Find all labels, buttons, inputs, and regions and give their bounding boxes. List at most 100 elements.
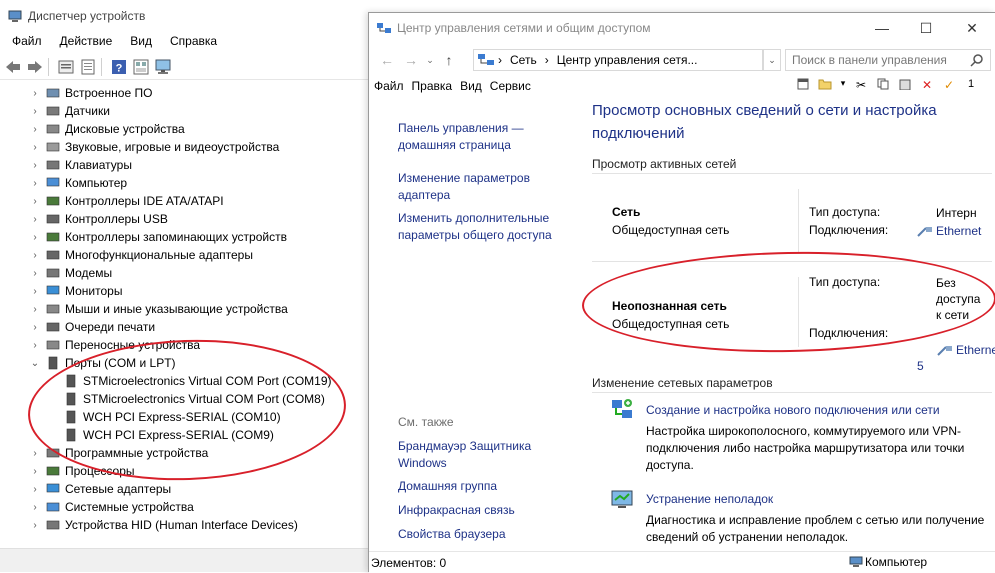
forward-icon[interactable] [26, 58, 44, 76]
checkmark-icon[interactable]: ✓ [941, 78, 957, 94]
tree-category[interactable]: › Мыши и иные указывающие устройства [0, 300, 368, 318]
folder-dropdown-icon[interactable]: ▾ [839, 78, 847, 94]
tree-category[interactable]: › Клавиатуры [0, 156, 368, 174]
control-panel-home-link[interactable]: Панель управления — домашняя страница [398, 120, 524, 154]
chevron-right-icon[interactable]: › [30, 484, 40, 495]
tree-category[interactable]: › Контроллеры IDE ATA/ATAPI [0, 192, 368, 210]
tree-child-item[interactable]: ›STMicroelectronics Virtual COM Port (CO… [0, 372, 368, 390]
tree-category[interactable]: › Сетевые адаптеры [0, 480, 368, 498]
chevron-right-icon[interactable]: › [30, 232, 40, 243]
chevron-right-icon[interactable]: › [30, 214, 40, 225]
minimize-button[interactable]: — [859, 13, 905, 43]
folder-icon[interactable] [817, 78, 833, 94]
menu-item-3[interactable]: Справка [170, 34, 217, 52]
paste-icon[interactable] [897, 78, 913, 94]
chevron-right-icon[interactable]: › [30, 160, 40, 171]
new-connection-link[interactable]: Создание и настройка нового подключения … [646, 403, 940, 417]
tree-category[interactable]: › Многофункциональные адаптеры [0, 246, 368, 264]
cut-icon[interactable]: ✂ [853, 78, 869, 94]
maximize-button[interactable]: ☐ [903, 13, 949, 43]
see-also-browser-properties-link[interactable]: Свойства браузера [398, 526, 506, 543]
menu-item-1[interactable]: Действие [60, 34, 113, 52]
device-manager-title: Диспетчер устройств [28, 9, 146, 23]
tree-child-item[interactable]: ›WCH PCI Express-SERIAL (COM10) [0, 408, 368, 426]
help-icon[interactable]: ? [110, 58, 128, 76]
update-icon[interactable] [79, 58, 97, 76]
chevron-right-icon[interactable]: › [30, 106, 40, 117]
tree-category[interactable]: › Датчики [0, 102, 368, 120]
chevron-right-icon[interactable]: › [30, 520, 40, 531]
view-icon[interactable] [132, 58, 150, 76]
chevron-right-icon[interactable]: › [30, 502, 40, 513]
see-also-infrared-link[interactable]: Инфракрасная связь [398, 502, 515, 519]
layout-icon[interactable] [795, 78, 811, 94]
back-arrow-icon[interactable]: ← [375, 49, 399, 71]
tree-category[interactable]: › Устройства HID (Human Interface Devices… [0, 516, 368, 534]
network-2-connections-label: Подключения: [809, 326, 889, 340]
see-also-homegroup-link[interactable]: Домашняя группа [398, 478, 497, 495]
menu-item-0[interactable]: Файл [374, 79, 404, 93]
breadcrumb-network[interactable]: Сеть [510, 53, 537, 67]
tree-category[interactable]: › Системные устройства [0, 498, 368, 516]
address-dropdown-icon[interactable]: ⌄ [763, 49, 781, 71]
up-arrow-icon[interactable]: ↑ [437, 49, 461, 71]
menu-item-2[interactable]: Вид [130, 34, 152, 52]
tree-category[interactable]: › Дисковые устройства [0, 120, 368, 138]
tree-item-label: Датчики [65, 104, 110, 118]
network-2-type-link[interactable]: Общедоступная сеть [612, 317, 729, 331]
tree-category[interactable]: › Процессоры [0, 462, 368, 480]
menu-item-1[interactable]: Правка [412, 79, 453, 93]
back-icon[interactable] [4, 58, 22, 76]
troubleshoot-link[interactable]: Устранение неполадок [646, 492, 773, 506]
chevron-right-icon[interactable]: › [30, 448, 40, 459]
chevron-down-icon[interactable]: ⌄ [30, 358, 40, 369]
network-1-ethernet-link[interactable]: Ethernet [917, 223, 981, 239]
chevron-right-icon[interactable]: › [30, 268, 40, 279]
menu-item-0[interactable]: Файл [12, 34, 42, 52]
tree-child-item[interactable]: ›STMicroelectronics Virtual COM Port (CO… [0, 390, 368, 408]
tree-category[interactable]: › Программные устройства [0, 444, 368, 462]
address-bar[interactable]: › Сеть › Центр управления сетя... [473, 49, 763, 71]
tree-category[interactable]: › Контроллеры запоминающих устройств [0, 228, 368, 246]
network-1-type-link[interactable]: Общедоступная сеть [612, 223, 729, 237]
chevron-right-icon[interactable]: › [30, 250, 40, 261]
tree-category[interactable]: › Компьютер [0, 174, 368, 192]
chevron-right-icon[interactable]: › [30, 466, 40, 477]
tree-category[interactable]: › Очереди печати [0, 318, 368, 336]
tree-category[interactable]: › Контроллеры USB [0, 210, 368, 228]
change-adapter-settings-link[interactable]: Изменение параметров адаптера [398, 170, 530, 204]
menu-item-3[interactable]: Сервис [490, 79, 531, 93]
forward-arrow-icon[interactable]: → [399, 49, 423, 71]
tree-category[interactable]: › Переносные устройства [0, 336, 368, 354]
chevron-right-icon[interactable]: › [30, 340, 40, 351]
chevron-right-icon[interactable]: › [30, 322, 40, 333]
network-2-ethernet-link[interactable]: Ethernet5 [917, 326, 995, 390]
network-2-ethernet-label: Ethernet5 [917, 343, 995, 373]
see-also-firewall-link[interactable]: Брандмауэр Защитника Windows [398, 438, 531, 472]
menu-item-2[interactable]: Вид [460, 79, 482, 93]
tree-category[interactable]: › Звуковые, игровые и видеоустройства [0, 138, 368, 156]
properties-icon[interactable] [57, 58, 75, 76]
chevron-right-icon[interactable]: › [30, 196, 40, 207]
tree-category[interactable]: › Модемы [0, 264, 368, 282]
chevron-right-icon[interactable]: › [30, 286, 40, 297]
tree-child-item[interactable]: ›WCH PCI Express-SERIAL (COM9) [0, 426, 368, 444]
copy-icon[interactable] [875, 78, 891, 94]
chevron-right-icon[interactable]: › [30, 88, 40, 99]
chevron-right-icon[interactable]: › [30, 304, 40, 315]
advanced-sharing-settings-link[interactable]: Изменить дополнительные параметры общего … [398, 210, 552, 244]
tree-category[interactable]: ⌄ Порты (COM и LPT) [0, 354, 368, 372]
chevron-right-icon[interactable]: › [30, 142, 40, 153]
delete-icon[interactable]: ✕ [919, 78, 935, 94]
close-button[interactable]: ✕ [949, 13, 995, 43]
tree-category[interactable]: › Встроенное ПО [0, 84, 368, 102]
search-icon[interactable] [970, 53, 984, 67]
breadcrumb-network-center[interactable]: Центр управления сетя... [557, 53, 698, 67]
tree-category[interactable]: › Мониторы [0, 282, 368, 300]
recent-dropdown-icon[interactable]: ⌄ [423, 49, 437, 71]
device-manager-titlebar[interactable]: Диспетчер устройств [0, 0, 368, 32]
chevron-right-icon[interactable]: › [30, 124, 40, 135]
chevron-right-icon[interactable]: › [30, 178, 40, 189]
search-input[interactable]: Поиск в панели управления [785, 49, 991, 71]
monitor-icon[interactable] [154, 58, 172, 76]
